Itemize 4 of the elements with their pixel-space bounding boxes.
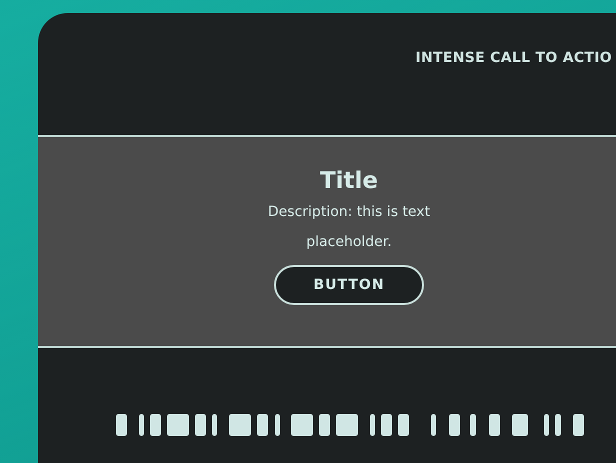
banner-title: Title bbox=[320, 167, 378, 195]
banner-description: Description: this is text placeholder. bbox=[266, 203, 432, 252]
banner-button[interactable]: BUTTON bbox=[274, 265, 424, 305]
call-to-action-heading: INTENSE CALL TO ACTIO bbox=[416, 50, 612, 68]
